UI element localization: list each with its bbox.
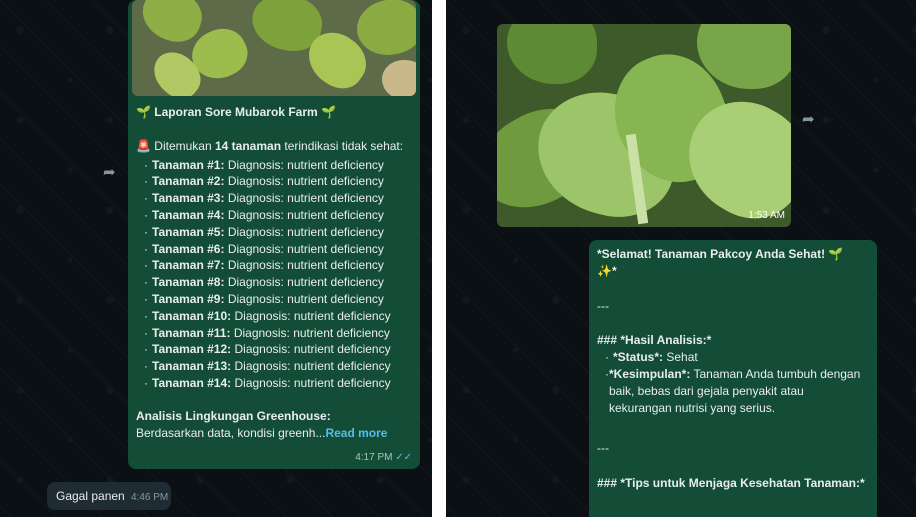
- list-item: · Tanaman #3: Diagnosis: nutrient deficie…: [144, 191, 384, 206]
- list-item: · Tanaman #13: Diagnosis: nutrient defici…: [144, 359, 391, 374]
- hasil-heading: ### *Hasil Analisis:*: [597, 333, 712, 348]
- status-value: Sehat: [666, 350, 698, 365]
- incoming-text: Gagal panen: [56, 489, 125, 503]
- alert-count: 14 tanaman: [215, 138, 282, 153]
- forward-icon[interactable]: ➦: [802, 110, 815, 128]
- double-check-icon: ✓✓: [395, 452, 412, 463]
- analysis-text: *Selamat! Tanaman Pakcoy Anda Sehat! 🌱 ✨…: [597, 246, 869, 492]
- separator: ---: [597, 298, 609, 313]
- list-item: · Tanaman #4: Diagnosis: nutrient deficie…: [144, 207, 384, 222]
- incoming-message-bubble[interactable]: Gagal panen 4:46 PM: [47, 482, 171, 510]
- photo-time: 1:53 AM: [748, 210, 785, 221]
- env-summary: Berdasarkan data, kondisi greenh...Read …: [136, 425, 416, 442]
- alert-line: 🚨 Ditemukan 14 tanaman terindikasi tidak…: [136, 138, 416, 155]
- leaf-shape: [507, 24, 597, 84]
- alert-prefix: Ditemukan: [154, 138, 212, 153]
- title-end: *: [611, 263, 617, 278]
- incoming-time: 4:46 PM: [131, 492, 169, 503]
- list-item: · *Kesimpulan*: Tanaman Anda tumbuh denga…: [605, 366, 861, 415]
- separator: ---: [597, 441, 609, 456]
- list-item: · Tanaman #6: Diagnosis: nutrient deficie…: [144, 241, 384, 256]
- list-item: · *Status*: Sehat: [605, 350, 698, 365]
- list-item: · Tanaman #1: Diagnosis: nutrient deficie…: [144, 157, 384, 172]
- analysis-message-bubble[interactable]: *Selamat! Tanaman Pakcoy Anda Sehat! 🌱 ✨…: [589, 240, 877, 517]
- tips-heading: ### *Tips untuk Menjaga Kesehatan Tanama…: [597, 476, 865, 491]
- report-title: Laporan Sore Mubarok Farm: [154, 105, 318, 119]
- list-item: · Tanaman #7: Diagnosis: nutrient deficie…: [144, 258, 384, 273]
- sparkles-icon: ✨: [597, 263, 612, 278]
- alert-suffix: terindikasi tidak sehat:: [284, 138, 404, 153]
- message-meta: 4:17 PM ✓✓: [355, 452, 412, 463]
- list-item: · Tanaman #2: Diagnosis: nutrient deficie…: [144, 174, 384, 189]
- greenhouse-photo[interactable]: [132, 0, 416, 96]
- read-more-link[interactable]: Read more: [325, 426, 387, 440]
- sprout-icon: 🌱: [828, 247, 844, 261]
- sprout-icon: 🌱: [136, 105, 151, 119]
- analysis-list: · *Status*: Sehat · *Kesimpulan*: Tanaman …: [597, 349, 869, 416]
- leaf-shape: [382, 60, 416, 96]
- status-label: *Status*:: [613, 350, 664, 365]
- title-text: *Selamat! Tanaman Pakcoy Anda Sehat!: [597, 247, 826, 261]
- forward-icon[interactable]: ➦: [103, 163, 116, 181]
- list-item: · Tanaman #8: Diagnosis: nutrient deficie…: [144, 275, 384, 290]
- list-item: · Tanaman #14: Diagnosis: nutrient defici…: [144, 375, 391, 390]
- list-item: · Tanaman #5: Diagnosis: nutrient deficie…: [144, 224, 384, 239]
- left-chat-pane: ➦ 🌱 Laporan Sore Mubarok Farm 🌱 🚨 Ditemu…: [0, 0, 432, 517]
- list-item: · Tanaman #12: Diagnosis: nutrient defici…: [144, 342, 391, 357]
- message-time: 4:17 PM: [355, 452, 393, 463]
- report-message-bubble[interactable]: 🌱 Laporan Sore Mubarok Farm 🌱 🚨 Ditemuka…: [128, 0, 420, 469]
- report-title-line: 🌱 Laporan Sore Mubarok Farm 🌱: [136, 104, 416, 121]
- list-item: · Tanaman #10: Diagnosis: nutrient defici…: [144, 308, 391, 323]
- list-item: · Tanaman #9: Diagnosis: nutrient deficie…: [144, 291, 384, 306]
- env-text: Berdasarkan data, kondisi greenh...: [136, 425, 326, 440]
- report-text: 🌱 Laporan Sore Mubarok Farm 🌱 🚨 Ditemuka…: [136, 104, 416, 441]
- siren-icon: 🚨: [136, 138, 151, 153]
- analysis-title: *Selamat! Tanaman Pakcoy Anda Sehat! 🌱 ✨…: [597, 246, 869, 280]
- sprout-icon: 🌱: [321, 105, 336, 119]
- list-item: · Tanaman #11: Diagnosis: nutrient defici…: [144, 325, 390, 340]
- kesimpulan-label: *Kesimpulan*:: [609, 366, 691, 381]
- right-chat-pane: 1:53 AM ➦ *Selamat! Tanaman Pakcoy Anda …: [446, 0, 916, 517]
- env-heading: Analisis Lingkungan Greenhouse:: [136, 408, 331, 423]
- plant-list: · Tanaman #1: Diagnosis: nutrient deficie…: [136, 157, 416, 392]
- pakcoy-photo[interactable]: 1:53 AM: [497, 24, 791, 227]
